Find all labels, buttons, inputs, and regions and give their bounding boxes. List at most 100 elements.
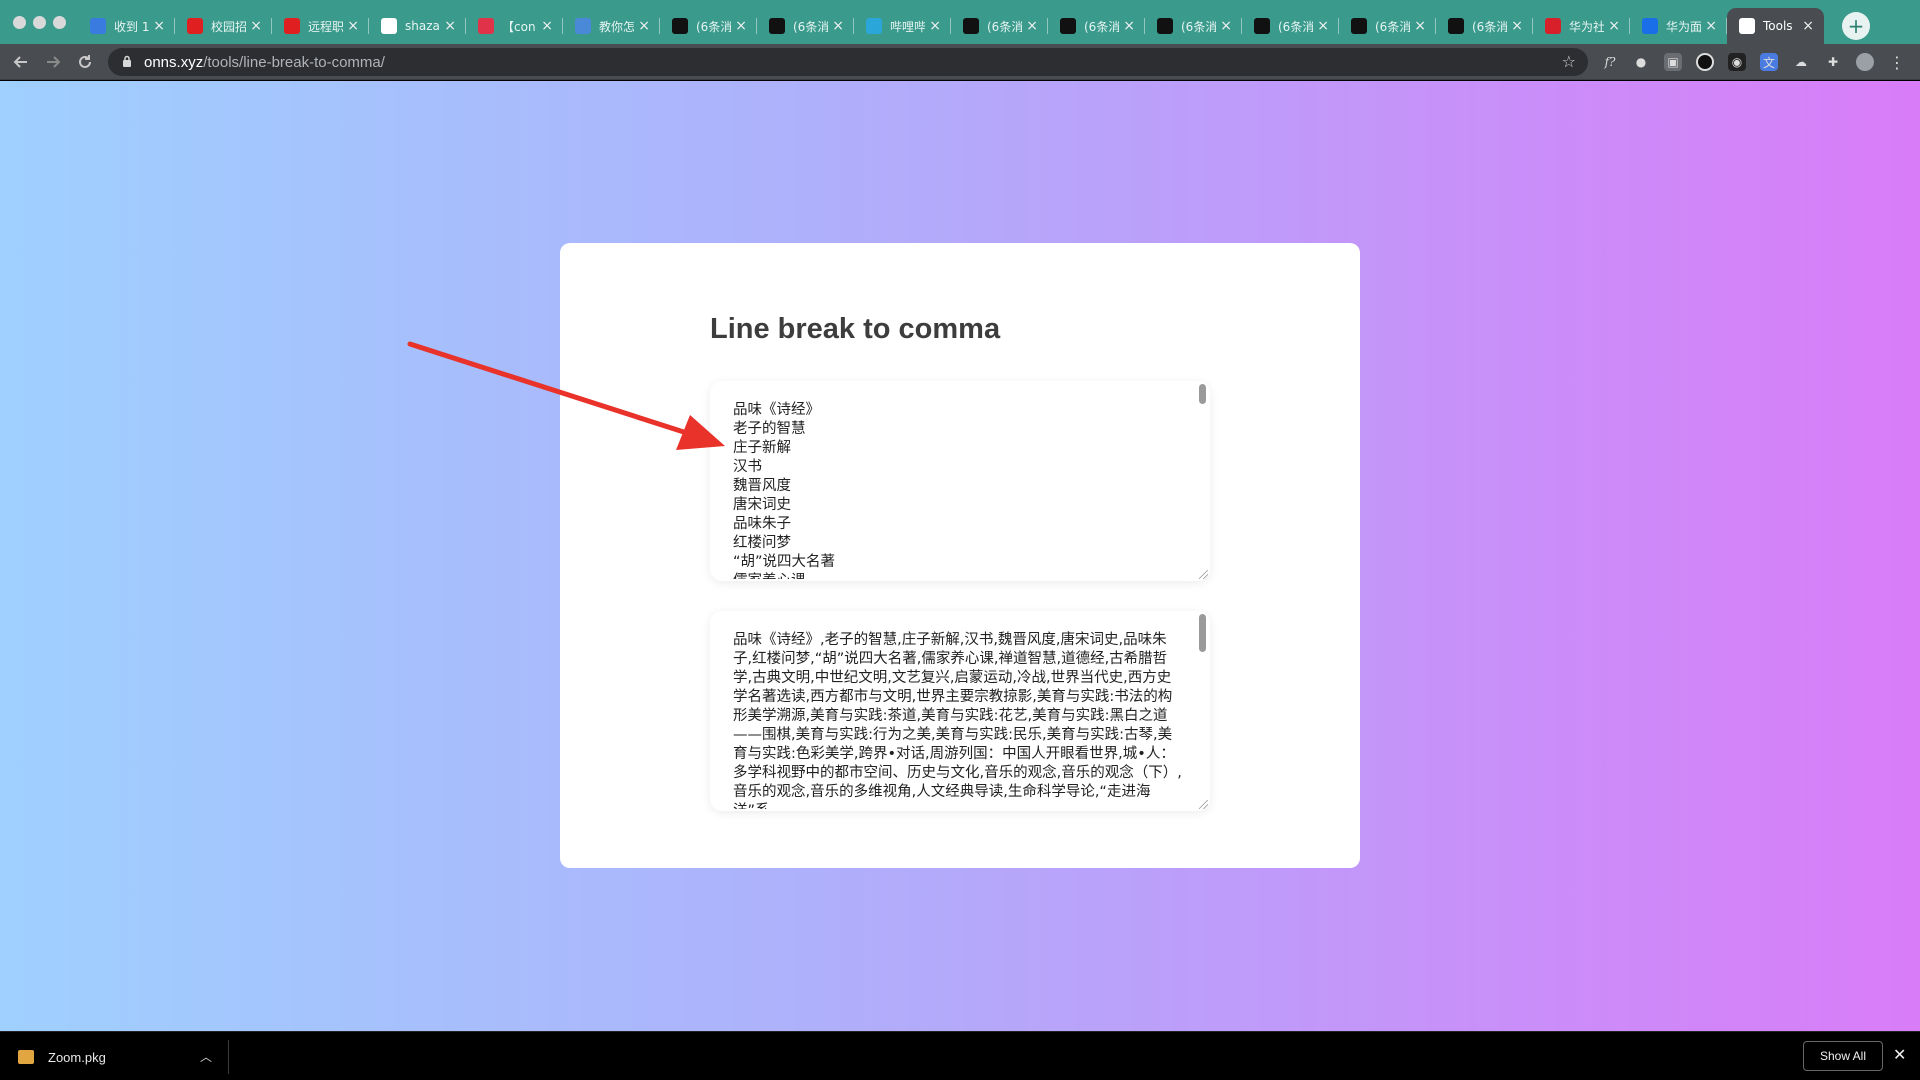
output-scrollbar[interactable]	[1197, 612, 1209, 808]
browser-tab[interactable]: 【con ×	[466, 8, 563, 44]
close-tab-icon[interactable]: ×	[1608, 18, 1620, 34]
camera-extension-icon[interactable]: ▣	[1664, 53, 1682, 71]
cookie-extension-icon[interactable]: ●	[1632, 53, 1650, 71]
lock-icon[interactable]	[122, 55, 134, 69]
close-tab-icon[interactable]: ×	[250, 18, 262, 34]
show-all-button[interactable]: Show All	[1803, 1041, 1883, 1071]
close-tab-icon[interactable]: ×	[1414, 18, 1426, 34]
translate-extension-icon[interactable]: 文	[1760, 53, 1778, 71]
tab-title: shaza	[405, 19, 440, 33]
bilibili-icon	[866, 18, 882, 34]
close-window-button[interactable]	[13, 16, 26, 29]
address-bar[interactable]: onns.xyz/tools/line-break-to-comma/ ☆	[108, 48, 1588, 76]
browser-tab[interactable]: 收到 1 ×	[78, 8, 175, 44]
close-tab-icon[interactable]: ×	[1511, 18, 1523, 34]
tab-title: 远程职	[308, 19, 344, 34]
ghost-extension-icon[interactable]: ☁	[1792, 53, 1810, 71]
browser-tab[interactable]: 校园招 ×	[175, 8, 272, 44]
browser-tab[interactable]: 华为社 ×	[1533, 8, 1630, 44]
resize-grip-icon[interactable]	[1199, 800, 1208, 809]
page-title: Line break to comma	[710, 313, 1001, 345]
chevron-up-icon[interactable]: ︿	[200, 1048, 212, 1065]
browser-tab[interactable]: (6条消 ×	[1339, 8, 1436, 44]
browser-tab[interactable]: (6条消 ×	[951, 8, 1048, 44]
browser-tab[interactable]: 远程职 ×	[272, 8, 369, 44]
download-item[interactable]: Zoom.pkg ︿	[18, 1043, 218, 1071]
browser-tab[interactable]: (6条消 ×	[757, 8, 854, 44]
url-host: onns.xyz	[144, 53, 204, 71]
input-scroll-thumb[interactable]	[1199, 384, 1206, 404]
tab-list: 收到 1 × 校园招 × 远程职 × shaza × 【con × 教你怎 × (6条消 × (6条消 × 哔哩…	[78, 8, 1824, 44]
menu-kebab-icon[interactable]: ⋮	[1888, 53, 1906, 72]
close-tab-icon[interactable]: ×	[347, 18, 359, 34]
zhihu-icon	[1642, 18, 1658, 34]
docs-icon	[575, 18, 591, 34]
close-icon[interactable]: ✕	[1893, 1045, 1906, 1064]
csdn-icon	[769, 18, 785, 34]
glasses-extension-icon[interactable]: ◉	[1728, 53, 1746, 71]
browser-tab[interactable]: (6条消 ×	[1242, 8, 1339, 44]
browser-tab[interactable]: (6条消 ×	[1436, 8, 1533, 44]
browser-tab[interactable]: (6条消 ×	[1048, 8, 1145, 44]
close-tab-icon[interactable]: ×	[541, 18, 553, 34]
browser-tab[interactable]: shaza ×	[369, 8, 466, 44]
close-tab-icon[interactable]: ×	[1705, 18, 1717, 34]
input-scrollbar[interactable]	[1197, 382, 1209, 578]
zoom-window-button[interactable]	[53, 16, 66, 29]
close-tab-icon[interactable]: ×	[929, 18, 941, 34]
puzzle-extensions-icon[interactable]: ✚	[1824, 53, 1842, 71]
divider	[228, 1040, 229, 1074]
input-text[interactable]: 品味《诗经》 老子的智慧 庄子新解 汉书 魏晋风度 唐宋词史 品味朱子 红楼问梦…	[733, 401, 1183, 579]
tab-title: Tools	[1763, 19, 1793, 33]
new-tab-button[interactable]: +	[1842, 12, 1870, 40]
browser-tab[interactable]: 教你怎 ×	[563, 8, 660, 44]
resize-grip-icon[interactable]	[1199, 570, 1208, 579]
url-text: onns.xyz/tools/line-break-to-comma/	[144, 54, 385, 71]
tab-title: (6条消	[1472, 19, 1508, 34]
close-tab-icon[interactable]: ×	[735, 18, 747, 34]
tab-title: 哔哩哔	[890, 19, 926, 34]
input-textarea[interactable]: 品味《诗经》 老子的智慧 庄子新解 汉书 魏晋风度 唐宋词史 品味朱子 红楼问梦…	[710, 381, 1210, 581]
bookmark-star-icon[interactable]: ☆	[1562, 52, 1576, 71]
profile-avatar-icon[interactable]	[1856, 53, 1874, 71]
reload-button[interactable]	[73, 50, 97, 74]
tab-title: (6条消	[1181, 19, 1217, 34]
google-icon	[381, 18, 397, 34]
output-scroll-thumb[interactable]	[1199, 614, 1206, 652]
close-tab-icon[interactable]: ×	[638, 18, 650, 34]
huawei-icon	[284, 18, 300, 34]
tab-title: (6条消	[696, 19, 732, 34]
browser-toolbar: onns.xyz/tools/line-break-to-comma/ ☆ f?…	[0, 44, 1920, 80]
tab-title: (6条消	[1375, 19, 1411, 34]
tab-strip: 收到 1 × 校园招 × 远程职 × shaza × 【con × 教你怎 × (6条消 × (6条消 × 哔哩…	[0, 0, 1920, 44]
close-tab-icon[interactable]: ×	[1026, 18, 1038, 34]
browser-tab[interactable]: (6条消 ×	[1145, 8, 1242, 44]
browser-tab[interactable]: (6条消 ×	[660, 8, 757, 44]
csdn-icon	[1254, 18, 1270, 34]
close-tab-icon[interactable]: ×	[1317, 18, 1329, 34]
close-tab-icon[interactable]: ×	[153, 18, 165, 34]
close-tab-icon[interactable]: ×	[1123, 18, 1135, 34]
browser-tab[interactable]: 哔哩哔 ×	[854, 8, 951, 44]
minimize-window-button[interactable]	[33, 16, 46, 29]
tab-title: 校园招	[211, 19, 247, 34]
tab-title: (6条消	[987, 19, 1023, 34]
back-button[interactable]	[9, 50, 33, 74]
tab-title: 华为社	[1569, 19, 1605, 34]
close-tab-icon[interactable]: ×	[444, 18, 456, 34]
tab-title: 【con	[502, 19, 536, 34]
browser-tab[interactable]: Tools ×	[1727, 8, 1824, 44]
c-icon	[1545, 18, 1561, 34]
csdn-icon	[1351, 18, 1367, 34]
forward-button[interactable]	[41, 50, 65, 74]
page-viewport: Line break to comma 品味《诗经》 老子的智慧 庄子新解 汉书…	[0, 81, 1920, 1031]
close-tab-icon[interactable]: ×	[1802, 18, 1814, 34]
close-tab-icon[interactable]: ×	[832, 18, 844, 34]
circle-extension-icon[interactable]	[1696, 53, 1714, 71]
formula-extension-icon[interactable]: f?	[1601, 53, 1619, 71]
output-textarea[interactable]: 品味《诗经》,老子的智慧,庄子新解,汉书,魏晋风度,唐宋词史,品味朱子,红楼问梦…	[710, 611, 1210, 811]
browser-tab[interactable]: 华为面 ×	[1630, 8, 1727, 44]
output-text[interactable]: 品味《诗经》,老子的智慧,庄子新解,汉书,魏晋风度,唐宋词史,品味朱子,红楼问梦…	[733, 631, 1183, 809]
download-filename: Zoom.pkg	[48, 1049, 106, 1065]
close-tab-icon[interactable]: ×	[1220, 18, 1232, 34]
